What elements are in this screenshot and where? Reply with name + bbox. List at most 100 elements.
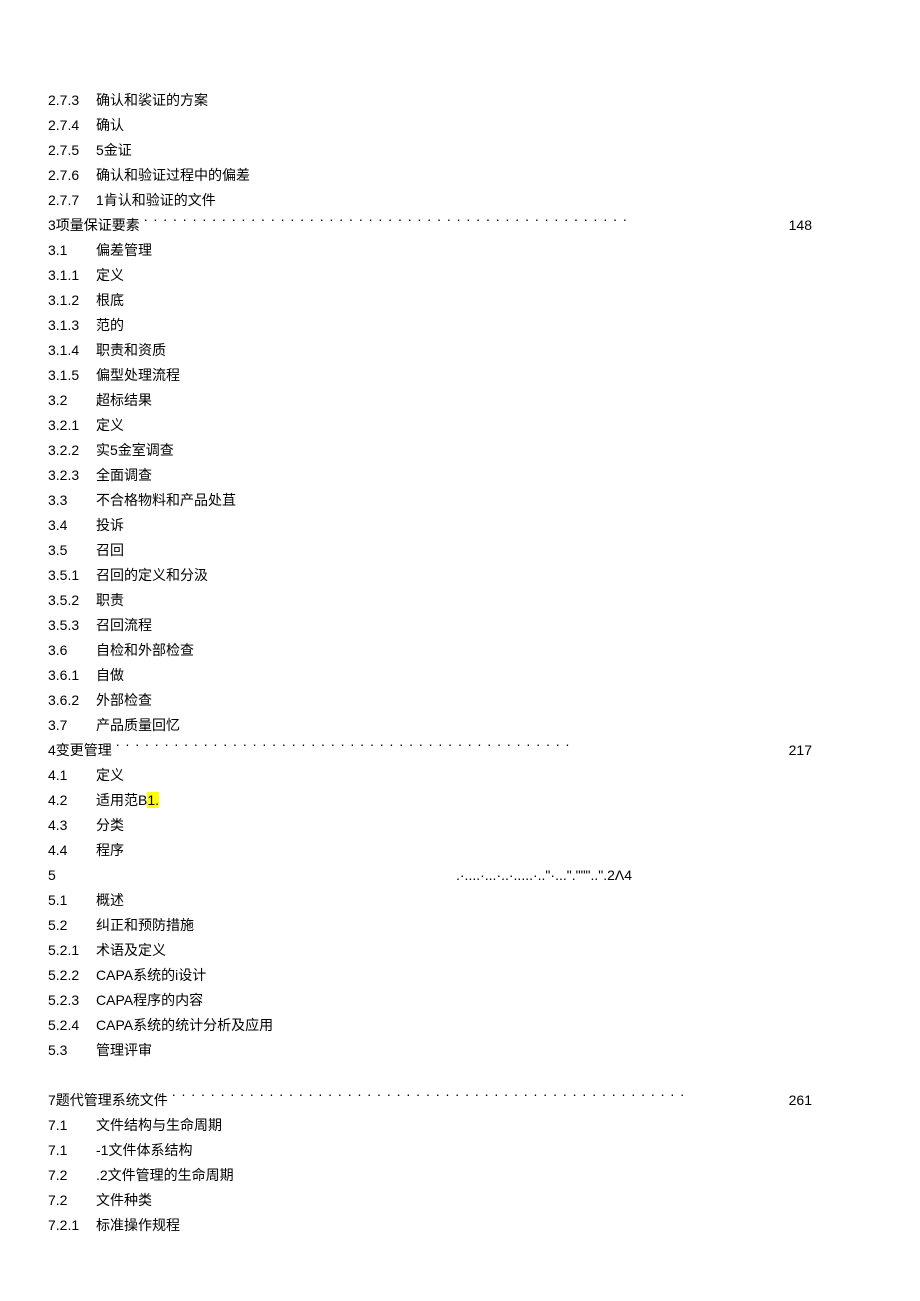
leader-dots: [144, 215, 783, 230]
toc-number: 7.1: [48, 1113, 96, 1138]
toc-title: 文件种类: [96, 1188, 152, 1213]
toc-title: -1文件体系结构: [96, 1138, 192, 1163]
toc-title: 投诉: [96, 513, 124, 538]
toc-entry: 3.6.2外部检查: [48, 688, 872, 713]
toc-number: 3.2: [48, 388, 96, 413]
toc-entry: 3.5.1召回的定义和分汲: [48, 563, 872, 588]
toc-page-number: 148: [783, 213, 872, 238]
toc-entry: 4.1定义: [48, 763, 872, 788]
toc-number: 3.3: [48, 488, 96, 513]
toc-entry: 7.1-1文件体系结构: [48, 1138, 872, 1163]
toc-number: 3.1: [48, 238, 96, 263]
toc-title: 1肯认和验证的文件: [96, 188, 216, 213]
toc-title: CAPA系统的i设计: [96, 963, 206, 988]
toc-entry: 7.1文件结构与生命周期: [48, 1113, 872, 1138]
toc-number: 5.3: [48, 1038, 96, 1063]
toc-title: 偏差管理: [96, 238, 152, 263]
toc-title: 术语及定义: [96, 938, 166, 963]
toc-entry: 5.2.3CAPA程序的内容: [48, 988, 872, 1013]
toc-entry: 2.7.71肯认和验证的文件: [48, 188, 872, 213]
toc-number: 5.1: [48, 888, 96, 913]
toc-entry: 3.2.3全面调查: [48, 463, 872, 488]
toc-entry: 4.4程序: [48, 838, 872, 863]
highlight: 1.: [147, 792, 159, 808]
toc-number: 3.7: [48, 713, 96, 738]
toc-garbled-text: .·....·...·..·.....·.."·..."."""..".2Λ4: [456, 863, 632, 888]
toc-title: .2文件管理的生命周期: [96, 1163, 234, 1188]
toc-number: 3.6.2: [48, 688, 96, 713]
toc-entry: 3.3不合格物料和产品处苴: [48, 488, 872, 513]
toc-number: 3.1.2: [48, 288, 96, 313]
toc-title: 适用范B1.: [96, 788, 159, 813]
toc-number: 3.2.2: [48, 438, 96, 463]
toc-title-prefix: 适用范B: [96, 792, 147, 808]
toc-number: 3.1.3: [48, 313, 96, 338]
toc-number: 2.7.3: [48, 88, 96, 113]
toc-entry: 7.2.1标准操作规程: [48, 1213, 872, 1238]
toc-title: 全面调查: [96, 463, 152, 488]
toc-number: 3.6.1: [48, 663, 96, 688]
toc-title: 外部检查: [96, 688, 152, 713]
toc-title: 实5金室调查: [96, 438, 174, 463]
toc-entry: 5.2.4CAPA系统的统计分析及应用: [48, 1013, 872, 1038]
toc-title: 确认和裟证的方案: [96, 88, 208, 113]
toc-entry: 5.2纠正和预防措施: [48, 913, 872, 938]
toc-entry: 3.1.5偏型处理流程: [48, 363, 872, 388]
toc-number: 5.2.3: [48, 988, 96, 1013]
toc-entry: 3.1.3范的: [48, 313, 872, 338]
toc-number: 5.2: [48, 913, 96, 938]
toc-title: 5金证: [96, 138, 132, 163]
toc-entry: 2.7.6确认和验证过程中的偏差: [48, 163, 872, 188]
toc-entry: 7.2文件种类: [48, 1188, 872, 1213]
toc-entry: 3.1.2根底: [48, 288, 872, 313]
toc-entry: 5.1概述: [48, 888, 872, 913]
toc-number: 2.7.5: [48, 138, 96, 163]
toc-title: 自检和外部检查: [96, 638, 194, 663]
toc-title: 定义: [96, 763, 124, 788]
toc-entry: 5.2.1术语及定义: [48, 938, 872, 963]
blank-line: [48, 1063, 872, 1088]
toc-number: 7.1: [48, 1138, 96, 1163]
toc-title: 确认: [96, 113, 124, 138]
toc-entry: 2.7.3确认和裟证的方案: [48, 88, 872, 113]
toc-section-entry: 4变更管理 217: [48, 738, 872, 763]
toc-number: 3.2.1: [48, 413, 96, 438]
toc-number: 3.5.3: [48, 613, 96, 638]
toc-entry: 2.7.55金证: [48, 138, 872, 163]
toc-entry: 3.7产品质量回忆: [48, 713, 872, 738]
toc-entry: 4.2适用范B1.: [48, 788, 872, 813]
toc-number: 3.5: [48, 538, 96, 563]
toc-entry: 5.2.2CAPA系统的i设计: [48, 963, 872, 988]
toc-page-number: 261: [783, 1088, 872, 1113]
toc-number: 7.2: [48, 1163, 96, 1188]
toc-title: 召回流程: [96, 613, 152, 638]
toc-number: 3.1.5: [48, 363, 96, 388]
toc-title: 根底: [96, 288, 124, 313]
toc-entry: 3.1.4职责和资质: [48, 338, 872, 363]
toc-entry: 3.5召回: [48, 538, 872, 563]
toc-title: 超标结果: [96, 388, 152, 413]
toc-title: 召回的定义和分汲: [96, 563, 208, 588]
toc-title: 确认和验证过程中的偏差: [96, 163, 250, 188]
toc-title: CAPA系统的统计分析及应用: [96, 1013, 273, 1038]
toc-entry: 3.6.1自做: [48, 663, 872, 688]
toc-entry: 3.1偏差管理: [48, 238, 872, 263]
toc-entry: 3.2.2实5金室调查: [48, 438, 872, 463]
toc-title: 管理评审: [96, 1038, 152, 1063]
toc-title: 概述: [96, 888, 124, 913]
toc-title: CAPA程序的内容: [96, 988, 203, 1013]
toc-title: 定义: [96, 413, 124, 438]
toc-section-title: 3项量保证要素: [48, 213, 144, 238]
toc-entry: 7.2.2文件管理的生命周期: [48, 1163, 872, 1188]
toc-title: 职责和资质: [96, 338, 166, 363]
toc-number: 3.5.1: [48, 563, 96, 588]
toc-title: 召回: [96, 538, 124, 563]
leader-dots: [172, 1090, 783, 1105]
toc-number: 4.3: [48, 813, 96, 838]
toc-number: 4.4: [48, 838, 96, 863]
toc-number: 3.4: [48, 513, 96, 538]
toc-title: 标准操作规程: [96, 1213, 180, 1238]
toc-number: 3.1.1: [48, 263, 96, 288]
toc-section-entry: 7题代管理系统文件 261: [48, 1088, 872, 1113]
toc-number: 2.7.7: [48, 188, 96, 213]
